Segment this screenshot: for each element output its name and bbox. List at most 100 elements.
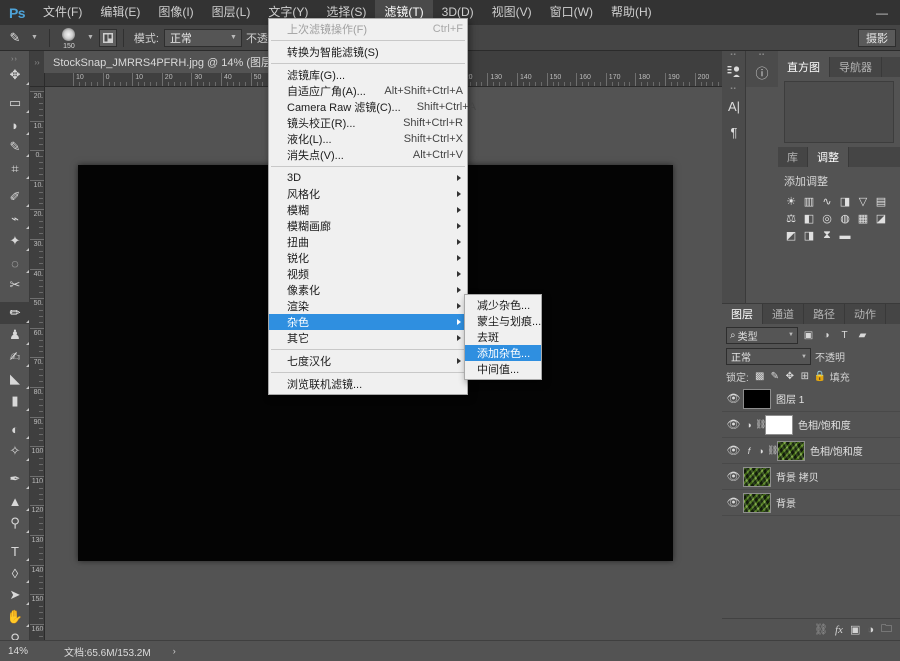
- character-icon[interactable]: A|: [722, 93, 746, 119]
- tab-0[interactable]: 库: [778, 147, 808, 167]
- rail-grip[interactable]: ▪▪: [722, 51, 745, 59]
- menu-option[interactable]: 液化(L)... Shift+Ctrl+X: [269, 131, 467, 147]
- photo-filter-icon[interactable]: ◎: [818, 210, 836, 227]
- eye-icon[interactable]: 👁: [724, 496, 743, 509]
- layer-row[interactable]: 👁 背景: [722, 490, 900, 516]
- tab-1[interactable]: 导航器: [830, 57, 882, 77]
- menu-item-9[interactable]: 窗口(W): [541, 0, 602, 25]
- tab-bar-grip[interactable]: ››: [30, 51, 44, 73]
- brush-preset-chevron-down-icon[interactable]: ▼: [26, 34, 43, 41]
- brush-icon[interactable]: ✎: [4, 28, 26, 48]
- lock-all-icon[interactable]: 🔒: [813, 369, 827, 384]
- move-icon[interactable]: ✥: [0, 64, 30, 86]
- tab-0[interactable]: 图层: [722, 304, 763, 324]
- menu-option[interactable]: 镜头校正(R)... Shift+Ctrl+R: [269, 115, 467, 131]
- lock-position-icon[interactable]: ✥: [783, 369, 797, 384]
- submenu-option[interactable]: 蒙尘与划痕...: [465, 313, 541, 329]
- exposure-icon[interactable]: ◨: [836, 193, 854, 210]
- adjustment-icon[interactable]: ◑: [867, 624, 874, 636]
- eyedropper-icon[interactable]: ✐: [0, 186, 30, 208]
- clone-stamp-icon[interactable]: ♟: [0, 324, 30, 346]
- link-icon[interactable]: ⛓: [814, 623, 828, 636]
- noise-submenu[interactable]: 减少杂色... 蒙尘与划痕... 去斑 添加杂色... 中间值...: [464, 294, 542, 380]
- lock-transparency-icon[interactable]: ▩: [753, 369, 767, 384]
- threshold-icon[interactable]: ◨: [800, 227, 818, 244]
- triangle-icon[interactable]: ▲: [0, 490, 30, 512]
- menu-option[interactable]: 扭曲: [269, 234, 467, 250]
- workspace-button[interactable]: 摄影: [858, 28, 896, 47]
- layer-row[interactable]: 👁 图层 1: [722, 386, 900, 412]
- minimize-button[interactable]: —: [876, 6, 900, 20]
- hand-icon[interactable]: ✋: [0, 606, 30, 628]
- menu-item-10[interactable]: 帮助(H): [602, 0, 661, 25]
- submenu-option[interactable]: 去斑: [465, 329, 541, 345]
- invert-icon[interactable]: ◪: [872, 210, 890, 227]
- menu-option[interactable]: 转换为智能滤镜(S): [269, 44, 467, 60]
- layer-blend-mode-select[interactable]: 正常 ▼: [726, 348, 811, 365]
- menu-option[interactable]: 滤镜库(G)...: [269, 67, 467, 83]
- quick-select-icon[interactable]: ✎: [0, 136, 30, 158]
- menu-option[interactable]: 浏览联机滤镜...: [269, 376, 467, 392]
- status-expand-arrow-icon[interactable]: ›: [151, 646, 176, 656]
- layer-row[interactable]: 👁 f ◑ ⛓ 色相/饱和度: [722, 438, 900, 464]
- layer-row[interactable]: 👁 ◑ ⛓ 色相/饱和度: [722, 412, 900, 438]
- menu-option[interactable]: 3D: [269, 170, 467, 186]
- menu-option[interactable]: 杂色: [269, 314, 467, 330]
- menu-item-0[interactable]: 文件(F): [34, 0, 91, 25]
- layer-row[interactable]: 👁 背景 拷贝: [722, 464, 900, 490]
- pixel-filter-icon[interactable]: ▣: [801, 327, 816, 344]
- layer-filter-type-select[interactable]: ⌕ 类型 ▼: [726, 326, 798, 344]
- menu-option[interactable]: 风格化: [269, 186, 467, 202]
- tab-1[interactable]: 调整: [808, 147, 849, 167]
- zoom-level[interactable]: 14%: [0, 646, 58, 657]
- menu-option[interactable]: 七度汉化: [269, 353, 467, 369]
- color-balance-icon[interactable]: ⚖: [782, 210, 800, 227]
- tab-1[interactable]: 通道: [763, 304, 804, 324]
- tab-0[interactable]: 直方图: [778, 57, 830, 77]
- filter-dropdown-menu[interactable]: 上次滤镜操作(F) Ctrl+F 转换为智能滤镜(S) 滤镜库(G)... 自适应广角(…: [268, 18, 476, 395]
- paragraph-icon[interactable]: ¶: [722, 119, 746, 145]
- brightness-icon[interactable]: ☀: [782, 193, 800, 210]
- patch-icon[interactable]: ✦: [0, 230, 30, 252]
- marquee-icon[interactable]: ▭: [0, 92, 30, 114]
- eraser-select-icon[interactable]: ◌: [0, 252, 30, 274]
- magnifier-small-icon[interactable]: ⚲: [0, 512, 30, 534]
- adjustment-filter-icon[interactable]: ◑: [819, 327, 834, 344]
- menu-option[interactable]: 消失点(V)... Alt+Ctrl+V: [269, 147, 467, 163]
- vibrance-icon[interactable]: ▽: [854, 193, 872, 210]
- menu-option[interactable]: 渲染: [269, 298, 467, 314]
- submenu-option[interactable]: 中间值...: [465, 361, 541, 377]
- tab-2[interactable]: 路径: [804, 304, 845, 324]
- curves-icon[interactable]: ∿: [818, 193, 836, 210]
- eye-icon[interactable]: 👁: [724, 444, 743, 457]
- menu-option[interactable]: 自适应广角(A)... Alt+Shift+Ctrl+A: [269, 83, 467, 99]
- levels-icon[interactable]: ▥: [800, 193, 818, 210]
- brush-options-chevron-down-icon[interactable]: ▼: [82, 34, 99, 41]
- mask-icon[interactable]: ▣: [850, 623, 860, 636]
- lasso-icon[interactable]: ◗: [0, 114, 30, 136]
- direct-select-icon[interactable]: ➤: [0, 584, 30, 606]
- posterize-icon[interactable]: ◩: [782, 227, 800, 244]
- rail2-grip[interactable]: ▪▪: [746, 51, 778, 59]
- menu-option[interactable]: 像素化: [269, 282, 467, 298]
- brush-size-preview[interactable]: 150: [56, 27, 82, 50]
- channel-mixer-icon[interactable]: ◍: [836, 210, 854, 227]
- eraser-icon[interactable]: ◣: [0, 368, 30, 390]
- info-icon[interactable]: ⓘ: [746, 59, 778, 85]
- shape-filter-icon[interactable]: ▰: [855, 327, 870, 344]
- black-white-icon[interactable]: ◧: [800, 210, 818, 227]
- eye-icon[interactable]: 👁: [724, 418, 743, 431]
- blur-icon[interactable]: ◐: [0, 418, 30, 440]
- tools-panel-grip[interactable]: ››: [0, 55, 29, 64]
- menu-option[interactable]: 锐化: [269, 250, 467, 266]
- path-select-icon[interactable]: ◊: [0, 562, 30, 584]
- menu-item-3[interactable]: 图层(L): [203, 0, 260, 25]
- type-filter-icon[interactable]: T: [837, 327, 852, 344]
- group-icon[interactable]: 🗀: [881, 620, 892, 639]
- submenu-option[interactable]: 减少杂色...: [465, 297, 541, 313]
- fx-icon[interactable]: fx: [835, 624, 843, 636]
- menu-option[interactable]: Camera Raw 滤镜(C)... Shift+Ctrl+A: [269, 99, 476, 115]
- lock-image-icon[interactable]: ✎: [768, 369, 782, 384]
- shuffle-icon[interactable]: ✂: [0, 274, 30, 296]
- menu-item-2[interactable]: 图像(I): [149, 0, 202, 25]
